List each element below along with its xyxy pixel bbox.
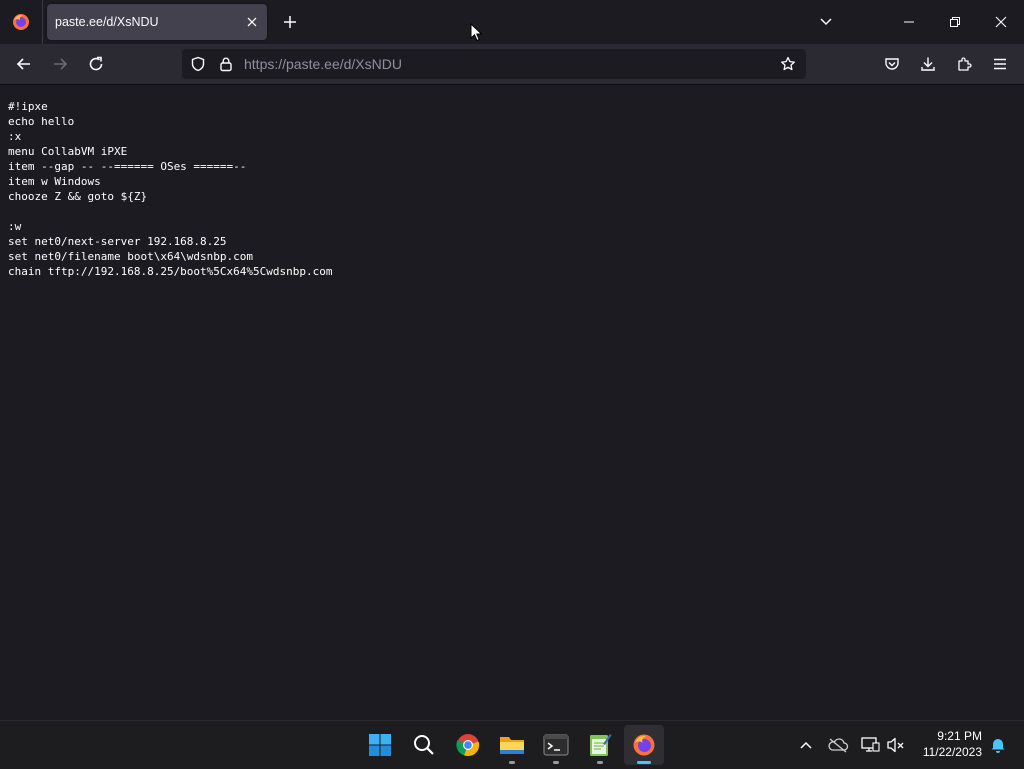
bell-icon[interactable] (986, 733, 1010, 757)
star-icon[interactable] (778, 54, 798, 74)
url-bar[interactable]: https://paste.ee/d/XsNDU (182, 49, 806, 79)
windows-start-icon[interactable] (360, 725, 400, 765)
onedrive-offline-icon[interactable] (826, 733, 850, 757)
clock-date: 11/22/2023 (922, 745, 982, 759)
paste-line: chooze Z && goto ${Z} (8, 190, 148, 203)
file-explorer-icon[interactable] (492, 725, 532, 765)
firefox-icon[interactable] (624, 725, 664, 765)
back-arrow-icon[interactable] (10, 50, 38, 78)
shield-icon[interactable] (188, 54, 208, 74)
terminal-icon[interactable] (536, 725, 576, 765)
extensions-icon[interactable] (950, 50, 978, 78)
reload-icon[interactable] (82, 50, 110, 78)
chevron-down-icon[interactable] (814, 10, 838, 34)
url-text[interactable]: https://paste.ee/d/XsNDU (244, 49, 402, 79)
taskbar-clock[interactable]: 9:21 PM 11/22/2023 (910, 728, 982, 760)
tab-title: paste.ee/d/XsNDU (55, 15, 159, 29)
chevron-up-icon[interactable] (794, 733, 818, 757)
paste-line: #!ipxe (8, 100, 48, 113)
notepad-icon[interactable] (580, 725, 620, 765)
navigation-toolbar: https://paste.ee/d/XsNDU (0, 44, 1024, 85)
page-content: #!ipxe echo hello :x menu CollabVM iPXE … (0, 85, 1024, 720)
taskbar: 9:21 PM 11/22/2023 (0, 720, 1024, 769)
restore-icon[interactable] (932, 0, 978, 44)
plus-icon[interactable] (278, 10, 302, 34)
firefox-menu-icon[interactable] (8, 8, 34, 36)
active-indicator (637, 761, 651, 764)
paste-line: item --gap -- --====== OSes ======-- (8, 160, 247, 173)
close-icon[interactable] (243, 13, 261, 31)
tab-separator (42, 0, 43, 44)
search-icon[interactable] (404, 725, 444, 765)
running-indicator (597, 761, 603, 764)
paste-line: :w (8, 220, 22, 233)
network-icon[interactable] (858, 733, 882, 757)
volume-muted-icon[interactable] (884, 733, 908, 757)
tab-strip: paste.ee/d/XsNDU (0, 0, 1024, 44)
running-indicator (509, 761, 515, 764)
paste-line: item w Windows (8, 175, 101, 188)
paste-line: set net0/next-server 192.168.8.25 (8, 235, 227, 248)
chrome-icon[interactable] (448, 725, 488, 765)
minimize-icon[interactable] (886, 0, 932, 44)
paste-text: #!ipxe echo hello :x menu CollabVM iPXE … (8, 99, 333, 279)
paste-line: menu CollabVM iPXE (8, 145, 128, 158)
lock-icon[interactable] (216, 54, 236, 74)
clock-time: 9:21 PM (937, 729, 982, 743)
forward-arrow-icon[interactable] (46, 50, 74, 78)
paste-line: echo hello (8, 115, 75, 128)
mouse-cursor-icon (470, 23, 482, 42)
paste-line: chain tftp://192.168.8.25/boot%5Cx64%5Cw… (8, 265, 333, 278)
running-indicator (553, 761, 559, 764)
download-icon[interactable] (914, 50, 942, 78)
pocket-icon[interactable] (878, 50, 906, 78)
paste-line: :x (8, 130, 22, 143)
paste-line: set net0/filename boot\x64\wdsnbp.com (8, 250, 254, 263)
hamburger-menu-icon[interactable] (986, 50, 1014, 78)
close-icon[interactable] (978, 0, 1024, 44)
tab-active[interactable]: paste.ee/d/XsNDU (47, 4, 267, 40)
